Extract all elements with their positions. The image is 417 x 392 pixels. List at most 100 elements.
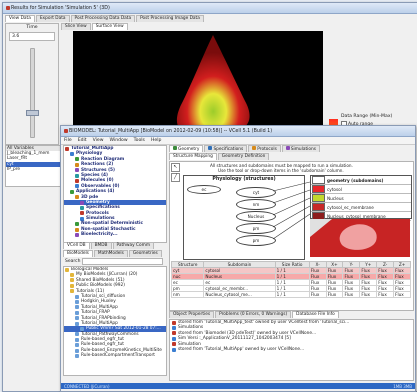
tab-geometries[interactable]: Geometries (128, 250, 162, 257)
menu-tools[interactable]: Tools (134, 138, 145, 143)
folder-icon (70, 278, 74, 283)
folder-icon (75, 310, 79, 315)
search-row: Search (63, 258, 165, 265)
db-tree-item[interactable]: Rule-basedCompartmentTransport (64, 353, 166, 358)
tab-structure-mapping[interactable]: Structure Mapping (169, 153, 217, 160)
folder-icon (75, 316, 79, 321)
table-cell[interactable]: 1 / 1 (274, 291, 310, 298)
time-panel: Time 3.6 (5, 23, 59, 145)
table-cell[interactable]: Flux (393, 291, 411, 298)
tree-item[interactable]: Bioelectricity... (64, 232, 166, 237)
subdomain-color-swatch (312, 185, 325, 193)
time-value-field[interactable]: 3.6 (9, 32, 55, 41)
folder-icon (70, 283, 74, 288)
tab-bmdb[interactable]: BMDB (90, 242, 112, 249)
folder-icon (75, 294, 79, 299)
tab-export-data[interactable]: Export Data (35, 15, 70, 22)
subdomain-item[interactable]: cytosol (311, 185, 411, 194)
subdomain-item[interactable]: cytosol_ec_membrane (311, 203, 411, 212)
table-cell[interactable]: Flux (342, 291, 361, 298)
menu-view[interactable]: View (93, 138, 104, 143)
menu-edit[interactable]: Edit (78, 138, 87, 143)
simulations-icon (285, 146, 290, 150)
specifications-icon (208, 146, 213, 150)
search-label: Search (65, 259, 81, 264)
table-cell[interactable]: Flux (376, 291, 395, 298)
data-range-title: Data Range (Min-Max) (341, 114, 393, 119)
bottom-tabbar: Object Properties Problems (0 Errors, 0 … (169, 311, 339, 318)
database-info-line: stored from 'Tutorial_MultiApp' owned by… (170, 347, 413, 352)
variable-item[interactable]: IP_pre (6, 167, 62, 172)
tree-node-icon (75, 162, 79, 167)
structure-ellipse[interactable]: Nucleus (236, 211, 276, 222)
tab-pathway-comm[interactable]: Pathway Comm (112, 242, 155, 249)
tab-view-data[interactable]: View Data (5, 15, 35, 22)
structure-ellipse[interactable]: pm (236, 223, 276, 234)
menu-help[interactable]: Help (151, 138, 161, 143)
database-info-text: stored from 'Tutorial_MultiApp' owned by… (178, 346, 305, 352)
tab-object-properties[interactable]: Object Properties (169, 311, 215, 318)
tab-geometry-definition[interactable]: Geometry Definition (217, 153, 270, 160)
select-tool-icon[interactable]: ↖ (171, 163, 180, 172)
time-slider-track[interactable] (30, 48, 35, 138)
menu-window[interactable]: Window (110, 138, 128, 143)
mapping-table-container: Structure Subdomain Size Ratio X- X+ Y- Y+ Z- Z+… (170, 261, 411, 298)
search-input[interactable] (82, 258, 163, 265)
table-cell[interactable]: Flux (308, 291, 327, 298)
physiology-title: Physiology (structures) (212, 177, 276, 182)
tab-surface-view[interactable]: Surface View (91, 23, 128, 30)
folder-icon (75, 300, 79, 305)
application-tabbar: Geometry Specifications Protocols Simula… (169, 145, 320, 152)
structure-mapping-panel: ↖ ╱ All structures and subdomains must b… (169, 161, 414, 311)
surface-view-canvas[interactable] (73, 31, 323, 133)
tree-node-icon (75, 168, 79, 173)
tab-biomodels[interactable]: BioModels (63, 250, 93, 257)
memory-status: 1MB 3MB (393, 383, 412, 389)
tab-post-processing-data[interactable]: Post Processing Data Data (70, 15, 136, 22)
subdomain-item[interactable]: Nucleus (311, 194, 411, 203)
tree-node-icon (75, 157, 79, 162)
tab-database-file-info[interactable]: Database File Info (292, 311, 339, 318)
status-bar: CONNECTED (JiCurran) 1MB 3MB (61, 383, 415, 389)
info-line-2: Use the tool or drop-down items in the '… (218, 168, 344, 173)
tab-post-processing-image[interactable]: Post Processing Image Data (136, 15, 204, 22)
subdomain-item[interactable]: geometry (subdomains) (311, 176, 411, 185)
tab-mathmodels[interactable]: MathModels (93, 250, 128, 257)
table-cell[interactable]: Flux (325, 291, 344, 298)
table-cell[interactable]: nm (170, 291, 205, 298)
tab-protocols[interactable]: Protocols (248, 145, 281, 152)
tab-slice-view[interactable]: Slice View (61, 23, 91, 30)
tab-vcell-db[interactable]: VCell DB (63, 242, 90, 249)
geometry-subtabbar: Structure Mapping Geometry Definition (169, 153, 270, 160)
time-slider-handle[interactable] (26, 110, 39, 116)
folder-icon (75, 332, 79, 337)
subdomain-color-swatch (312, 203, 325, 211)
folder-icon (75, 353, 79, 358)
subdomain-color-swatch (312, 194, 325, 202)
subdomain-color-swatch (312, 176, 325, 184)
structure-ellipse[interactable]: pm (236, 235, 276, 246)
folder-icon (70, 289, 74, 294)
folder-icon (80, 326, 84, 331)
line-tool-icon[interactable]: ╱ (171, 173, 180, 182)
biomodel-titlebar[interactable]: BIOMODEL: Tutorial_MultiApp [BioModel on… (61, 126, 415, 137)
structure-ellipse[interactable]: ec (187, 185, 221, 194)
tab-problems[interactable]: Problems (0 Errors, 0 Warnings) (215, 311, 292, 318)
structure-ellipse[interactable]: cyt (236, 187, 276, 198)
database-info-text: stored from 'Tutorial_MultiApp_test' own… (178, 320, 350, 325)
geometry-icon (173, 146, 177, 150)
tab-simulations[interactable]: Simulations (281, 145, 320, 152)
table-row[interactable]: nm Nucleus_cytosol_me... 1 / 1 Flux Flux Flux… (170, 291, 411, 298)
tab-specifications[interactable]: Specifications (204, 145, 248, 152)
subdomain-label: Nucleus_cytosol_membrane (327, 213, 386, 219)
menubar: File Edit View Window Tools Help (61, 137, 415, 145)
table-cell[interactable]: Flux (359, 291, 378, 298)
db-tree-item-label: Rule-basedCompartmentTransport (81, 353, 155, 359)
results-titlebar[interactable]: Results for Simulation 'Simulation 5' (3… (3, 3, 417, 14)
structure-ellipse[interactable]: nm (236, 199, 276, 210)
connection-status: CONNECTED (JiCurran) (64, 383, 110, 389)
biomodel-window: BIOMODEL: Tutorial_MultiApp [BioModel on… (60, 125, 416, 392)
menu-file[interactable]: File (64, 138, 72, 143)
table-cell[interactable]: Nucleus_cytosol_me... (203, 291, 276, 298)
tab-geometry[interactable]: Geometry (169, 145, 204, 152)
